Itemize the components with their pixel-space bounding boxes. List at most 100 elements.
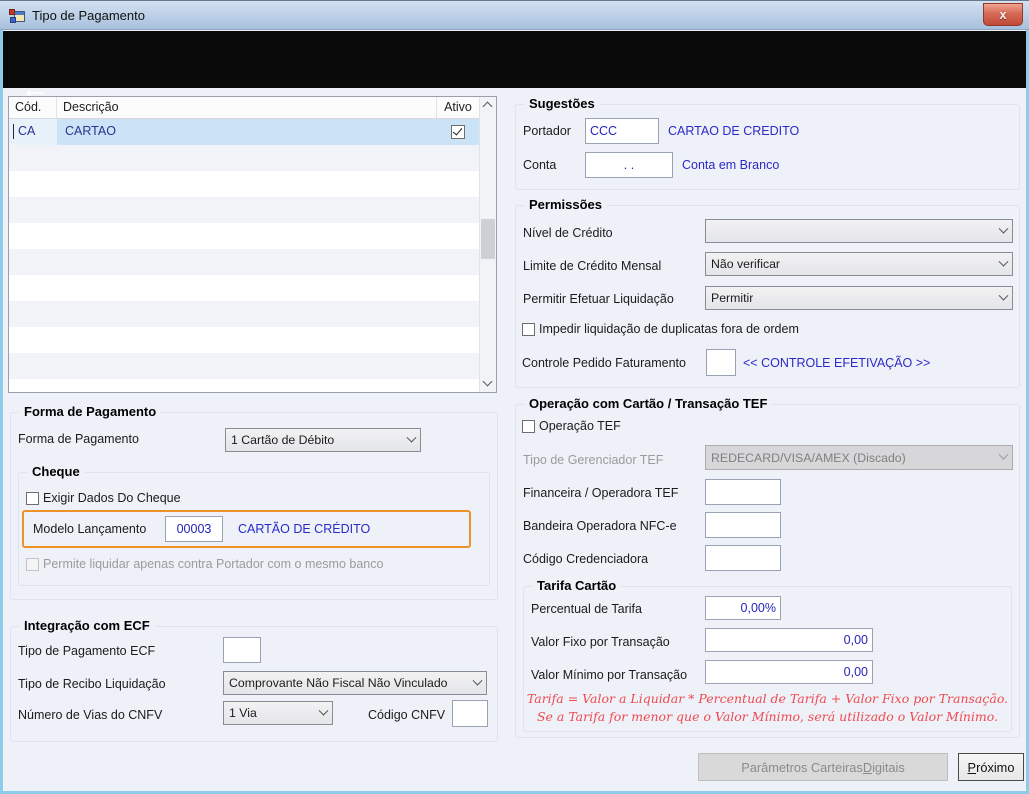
button-label-part: róximo (976, 759, 1015, 775)
controle-efetivacao-link[interactable]: << CONTROLE EFETIVAÇÃO >> (743, 356, 930, 370)
scroll-up-icon[interactable] (480, 97, 496, 114)
button-label-part: Parâmetros Carteiras (741, 759, 863, 775)
gerenciador-tef-select: REDECARD/VISA/AMEX (Discado) (705, 445, 1013, 470)
window-title: Tipo de Pagamento (32, 8, 145, 23)
permitir-liquidacao-select[interactable]: Permitir (705, 286, 1013, 310)
permite-liquidar-checkbox (26, 558, 39, 571)
tipo-recibo-value: Comprovante Não Fiscal Não Vinculado (229, 676, 448, 690)
conta-label: Conta (523, 158, 557, 172)
table-row[interactable] (9, 223, 479, 249)
gerenciador-tef-value: REDECARD/VISA/AMEX (Discado) (711, 450, 906, 465)
codigo-cnfv-label: Código CNFV (368, 708, 446, 722)
bandeira-nfce-label: Bandeira Operadora NFC-e (523, 519, 677, 533)
tipo-pagamento-ecf-label: Tipo de Pagamento ECF (18, 644, 156, 658)
codigo-credenciadora-label: Código Credenciadora (523, 552, 649, 566)
forma-pagamento-label: Forma de Pagamento (18, 432, 139, 446)
button-label-part: P (967, 759, 977, 775)
button-label-part: igitais (872, 759, 905, 775)
table-row[interactable] (9, 275, 479, 301)
forma-pagamento-value: 1 Cartão de Débito (231, 433, 335, 447)
nivel-credito-select[interactable] (705, 219, 1013, 243)
table-row[interactable] (9, 171, 479, 197)
modelo-lancamento-label: Modelo Lançamento (33, 522, 147, 536)
nav-bar: ← (0, 31, 1029, 105)
cell-cod[interactable]: CA (9, 119, 57, 145)
tarifa-note-line2: Se a Tarifa for menor que o Valor Mínimo… (536, 709, 999, 724)
permite-liquidar-label: Permite liquidar apenas contra Portador … (43, 557, 384, 571)
table-row[interactable] (9, 353, 479, 379)
numero-vias-value: 1 Via (229, 706, 257, 720)
chevron-down-icon (998, 290, 1009, 301)
grid-scrollbar[interactable] (479, 97, 496, 392)
impedir-liquidacao-label: Impedir liquidação de duplicatas fora de… (539, 322, 799, 336)
scroll-thumb[interactable] (481, 219, 495, 259)
operacao-tef-checkbox[interactable] (522, 420, 535, 433)
group-title: Tarifa Cartão (532, 578, 622, 593)
tarifa-note-line1: Tarifa = Valor a Liquidar * Percentual d… (526, 691, 1009, 706)
portador-desc: CARTAO DE CREDITO (668, 124, 800, 138)
ativo-checkbox[interactable] (451, 125, 465, 139)
conta-input[interactable] (585, 152, 673, 178)
valor-minimo-input[interactable] (705, 660, 873, 684)
valor-fixo-input[interactable] (705, 628, 873, 652)
portador-input[interactable] (585, 118, 659, 144)
close-icon[interactable]: x (983, 3, 1023, 26)
group-title: Cheque (27, 464, 85, 479)
payment-types-grid: Cód. Descrição Ativo CA CARTAO (8, 96, 497, 393)
percentual-tarifa-input[interactable] (705, 596, 781, 620)
impedir-liquidacao-checkbox[interactable] (522, 323, 535, 336)
percentual-tarifa-label: Percentual de Tarifa (531, 602, 642, 616)
limite-credito-select[interactable]: Não verificar (705, 252, 1013, 276)
column-header-descricao[interactable]: Descrição (57, 97, 437, 118)
table-row[interactable]: CA CARTAO (9, 119, 479, 145)
table-row[interactable] (9, 379, 479, 392)
financeira-tef-label: Financeira / Operadora TEF (523, 486, 679, 500)
column-header-ativo[interactable]: Ativo (437, 97, 479, 118)
table-row[interactable] (9, 301, 479, 327)
gerenciador-tef-label: Tipo de Gerenciador TEF (523, 453, 664, 467)
chevron-down-icon (998, 223, 1009, 234)
chevron-down-icon (998, 449, 1009, 460)
group-title: Permissões (524, 197, 607, 212)
cell-descricao[interactable]: CARTAO (57, 119, 437, 145)
chevron-down-icon (472, 675, 483, 686)
tipo-recibo-select[interactable]: Comprovante Não Fiscal Não Vinculado (223, 671, 487, 695)
numero-vias-select[interactable]: 1 Via (223, 701, 333, 725)
grid-header: Cód. Descrição Ativo (9, 97, 479, 119)
cell-ativo (437, 119, 479, 145)
exigir-dados-cheque-checkbox[interactable] (26, 492, 39, 505)
chevron-down-icon (406, 432, 417, 443)
nivel-credito-label: Nível de Crédito (523, 226, 613, 240)
portador-label: Portador (523, 124, 571, 138)
forma-pagamento-select[interactable]: 1 Cartão de Débito (225, 428, 421, 452)
controle-pedido-input[interactable] (706, 349, 736, 376)
table-row[interactable] (9, 249, 479, 275)
group-title: Sugestões (524, 96, 600, 111)
operacao-tef-label: Operação TEF (539, 419, 621, 433)
scroll-down-icon[interactable] (480, 375, 496, 392)
chevron-down-icon (318, 705, 329, 716)
table-row[interactable] (9, 197, 479, 223)
edit-caret (13, 124, 14, 139)
table-row[interactable] (9, 327, 479, 353)
tipo-pagamento-ecf-input[interactable] (223, 637, 261, 663)
permitir-liquidacao-label: Permitir Efetuar Liquidação (523, 292, 674, 306)
tipo-de-pagamento-window: Tipo de Pagamento x ← Cód. Descrição Ati… (0, 0, 1029, 794)
limite-credito-label: Limite de Crédito Mensal (523, 259, 662, 273)
bandeira-nfce-input[interactable] (705, 512, 781, 538)
permitir-liquidacao-value: Permitir (711, 291, 754, 305)
codigo-cnfv-input[interactable] (452, 700, 488, 727)
financeira-tef-input[interactable] (705, 479, 781, 505)
limite-credito-value: Não verificar (711, 257, 781, 271)
column-header-cod[interactable]: Cód. (9, 97, 57, 118)
codigo-credenciadora-input[interactable] (705, 545, 781, 571)
parametros-carteiras-digitais-button: Parâmetros Carteiras Digitais (698, 753, 948, 781)
button-label-part: D (862, 759, 873, 775)
table-row[interactable] (9, 145, 479, 171)
proximo-button[interactable]: Próximo (958, 753, 1024, 781)
group-title: Integração com ECF (19, 618, 155, 633)
tipo-recibo-label: Tipo de Recibo Liquidação (18, 677, 166, 691)
modelo-lancamento-input[interactable] (165, 516, 223, 542)
title-bar: Tipo de Pagamento x (0, 0, 1029, 30)
exigir-dados-cheque-label: Exigir Dados Do Cheque (43, 491, 181, 505)
